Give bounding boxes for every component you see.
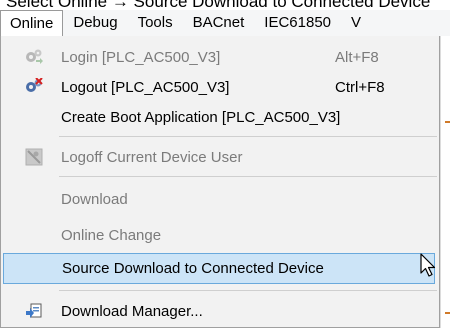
logoff-current-device-user-label: Logoff Current Device User <box>61 148 243 166</box>
menu-iec61850[interactable]: IEC61850 <box>254 10 341 36</box>
source-download-label: Source Download to Connected Device <box>62 260 324 277</box>
online-change-label: Online Change <box>61 226 162 244</box>
menu-item-logoff-current-device-user[interactable]: Logoff Current Device User <box>3 142 435 172</box>
menu-bar: Online Debug Tools BACnet IEC61850 V <box>0 10 450 37</box>
logout-shortcut: Ctrl+F8 <box>335 78 385 96</box>
menu-separator <box>59 176 437 177</box>
menu-item-logout[interactable]: Logout [PLC_AC500_V3] Ctrl+F8 <box>3 72 435 102</box>
menu-separator <box>59 136 437 137</box>
download-manager-label: Download Manager... <box>61 302 203 320</box>
menu-item-login[interactable]: Login [PLC_AC500_V3] Alt+F8 <box>3 42 435 72</box>
menu-item-source-download-to-connected-device[interactable]: Source Download to Connected Device <box>3 253 435 284</box>
menu-debug[interactable]: Debug <box>63 10 127 36</box>
background-editor-edge <box>440 36 450 328</box>
mouse-pointer-icon <box>420 253 436 277</box>
login-shortcut: Alt+F8 <box>335 48 379 66</box>
menu-bacnet[interactable]: BACnet <box>183 10 255 36</box>
menu-item-online-change[interactable]: Online Change <box>3 220 435 250</box>
logout-gears-icon <box>23 76 45 98</box>
logout-label: Logout [PLC_AC500_V3] <box>61 78 230 96</box>
menu-tools[interactable]: Tools <box>128 10 183 36</box>
download-label: Download <box>61 190 128 208</box>
menu-item-download[interactable]: Download <box>3 184 435 214</box>
download-manager-icon <box>23 300 45 322</box>
menu-online[interactable]: Online <box>0 10 64 36</box>
menu-item-download-manager[interactable]: Download Manager... <box>3 296 435 326</box>
menu-separator <box>59 290 437 291</box>
login-gears-icon <box>23 46 45 68</box>
logoff-user-icon <box>23 146 45 168</box>
menu-item-create-boot-application[interactable]: Create Boot Application [PLC_AC500_V3] <box>3 102 435 132</box>
create-boot-application-label: Create Boot Application [PLC_AC500_V3] <box>61 108 341 126</box>
menu-truncated[interactable]: V <box>341 10 371 36</box>
online-dropdown-menu: Login [PLC_AC500_V3] Alt+F8 Logout [PLC_… <box>0 36 440 328</box>
login-label: Login [PLC_AC500_V3] <box>61 48 221 66</box>
